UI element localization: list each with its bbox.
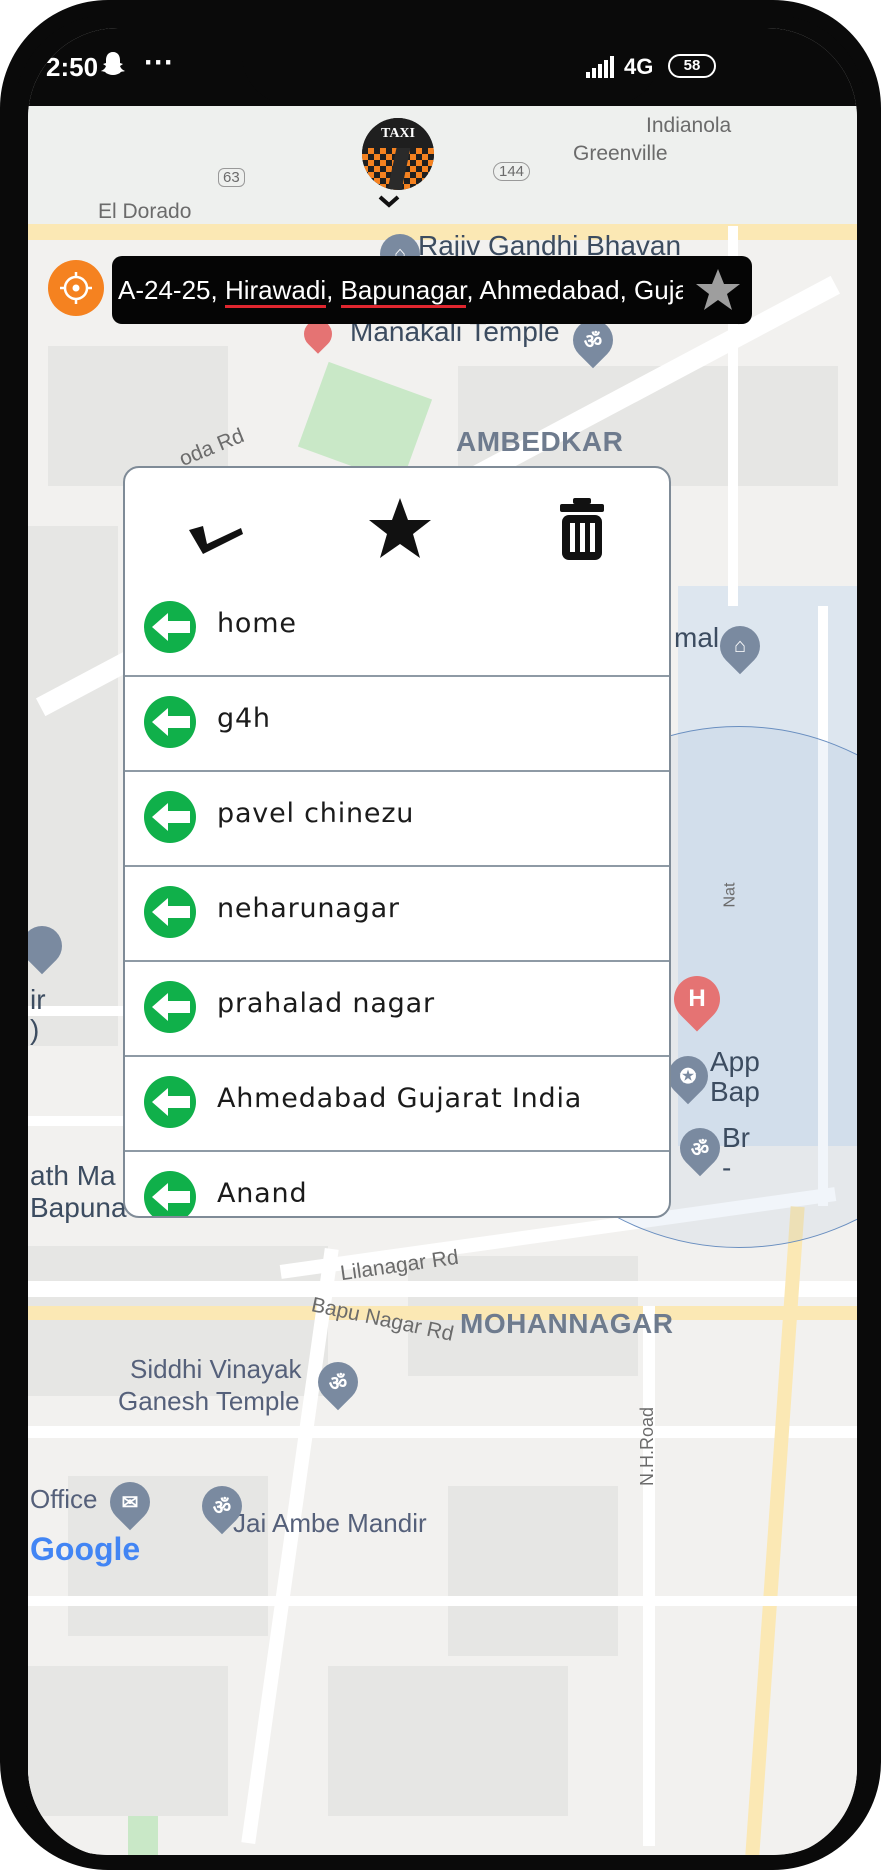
phone-frame: Indianola Greenville El Dorado 63 144 Ra…: [0, 0, 881, 1870]
list-item[interactable]: neharunagar: [125, 867, 669, 962]
map-label: -: [722, 1152, 732, 1183]
road: [28, 1306, 857, 1320]
trash-icon: [560, 498, 604, 560]
highway-shield: 63: [218, 168, 245, 187]
highway-shield: 144: [493, 162, 531, 181]
road: [643, 1306, 655, 1846]
star-icon: [369, 498, 431, 558]
place-label: home: [217, 608, 297, 639]
arrow-left-icon: [144, 981, 196, 1033]
map-label: Bap: [710, 1076, 760, 1107]
road: [745, 1206, 805, 1855]
road: [28, 1426, 857, 1438]
place-label: pavel chinezu: [217, 798, 415, 829]
temple-icon[interactable]: ॐ: [671, 1119, 729, 1177]
saved-places-popup: home g4h pavel chinezu neharunagar prahalad …: [123, 466, 671, 1218]
list-item[interactable]: prahalad nagar: [125, 962, 669, 1057]
logo-text: TAXI: [362, 118, 434, 148]
snapchat-icon: [100, 50, 126, 78]
map-block: [448, 1486, 618, 1656]
arrow-left-icon: [144, 1076, 196, 1128]
arrow-left-icon: [144, 1171, 196, 1216]
address-text[interactable]: A-24-25, Hirawadi, Bapunagar, Ahmedabad,…: [118, 256, 683, 324]
check-button[interactable]: [181, 494, 251, 564]
map-label: Jai Ambe Mandir: [233, 1508, 427, 1538]
hospital-icon[interactable]: H: [664, 966, 730, 1032]
list-item[interactable]: pavel chinezu: [125, 772, 669, 867]
status-bar: 2:50 ··· 4G 58: [28, 28, 857, 106]
saved-places-list[interactable]: home g4h pavel chinezu neharunagar prahalad …: [125, 582, 669, 1216]
map-label: Br: [722, 1122, 750, 1153]
network-type: 4G: [624, 54, 654, 79]
signal-icon: [586, 56, 616, 78]
screen: Indianola Greenville El Dorado 63 144 Ra…: [28, 28, 857, 1855]
map-block: [28, 1666, 228, 1816]
map-block: [328, 1666, 568, 1816]
favorite-button[interactable]: [365, 494, 435, 564]
map-label: Siddhi Vinayak: [130, 1354, 302, 1384]
map-label: ath Ma: [30, 1160, 116, 1191]
battery-icon: 58: [668, 54, 716, 78]
map-label: mal: [674, 622, 720, 653]
favorite-star-icon[interactable]: [694, 266, 742, 314]
list-item[interactable]: g4h: [125, 677, 669, 772]
more-notifications-icon: ···: [144, 46, 174, 79]
chevron-down-icon[interactable]: [376, 194, 402, 210]
delete-button[interactable]: [547, 494, 617, 564]
arrow-left-icon: [144, 886, 196, 938]
map-label: Ganesh Temple: [118, 1386, 300, 1416]
arrow-left-icon: [144, 696, 196, 748]
temple-icon[interactable]: ॐ: [309, 1353, 367, 1411]
status-time: 2:50: [46, 52, 99, 82]
map-label: Indianola: [646, 114, 732, 137]
road: [28, 1596, 857, 1606]
place-label: prahalad nagar: [217, 988, 435, 1019]
map-label: Greenville: [573, 142, 668, 165]
my-location-button[interactable]: [48, 260, 104, 316]
crosshair-icon: [60, 272, 92, 304]
place-label: Ahmedabad Gujarat India: [217, 1083, 583, 1114]
map-label: ir: [30, 984, 46, 1015]
mail-icon[interactable]: ✉: [101, 1473, 159, 1531]
list-item[interactable]: Anand: [125, 1152, 669, 1216]
map-label: Nat: [721, 882, 739, 908]
road: [28, 1281, 857, 1297]
temple-icon[interactable]: ॐ: [193, 1477, 251, 1535]
list-item[interactable]: home: [125, 582, 669, 677]
taxi-logo[interactable]: TAXI: [362, 118, 434, 190]
mosque-icon[interactable]: ⌂: [711, 617, 769, 675]
map-label: Bapuna: [30, 1192, 127, 1223]
map-label: El Dorado: [98, 200, 192, 223]
park: [128, 1816, 158, 1855]
place-label: Anand: [217, 1178, 308, 1209]
map-label: ): [30, 1014, 40, 1045]
map-label: N.H.Road: [637, 1406, 658, 1487]
popup-toolbar: [125, 468, 669, 582]
arrow-left-icon: [144, 601, 196, 653]
address-bar[interactable]: A-24-25, Hirawadi, Bapunagar, Ahmedabad,…: [112, 256, 752, 324]
map-label: App: [710, 1046, 760, 1077]
place-label: neharunagar: [217, 893, 400, 924]
checkmark-icon: [189, 526, 243, 554]
device-bezel: Indianola Greenville El Dorado 63 144 Ra…: [0, 0, 881, 1870]
map-label: AMBEDKAR: [456, 426, 624, 457]
arrow-left-icon: [144, 791, 196, 843]
place-label: g4h: [217, 703, 271, 734]
list-item[interactable]: Ahmedabad Gujarat India: [125, 1057, 669, 1152]
map-label: MOHANNAGAR: [460, 1308, 674, 1339]
google-logo: Google: [30, 1531, 141, 1567]
map-label: Office: [30, 1484, 98, 1514]
